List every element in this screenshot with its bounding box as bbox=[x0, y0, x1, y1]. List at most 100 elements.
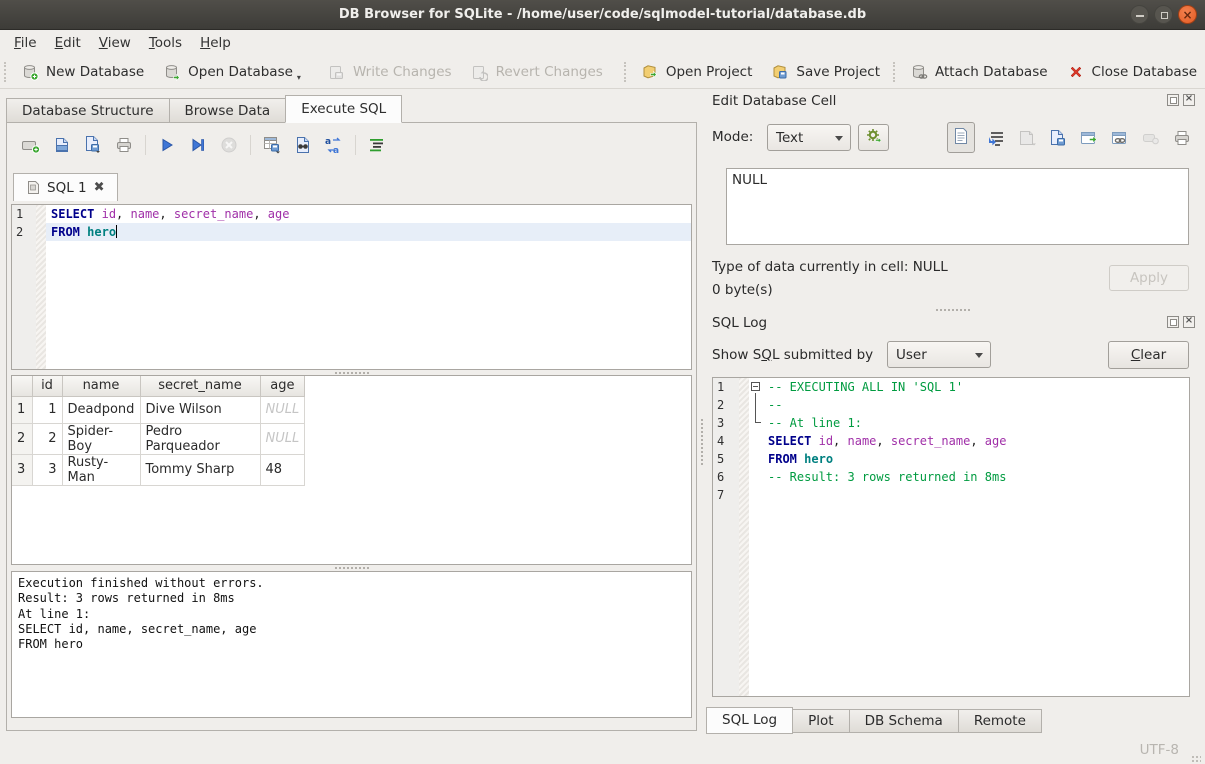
find-icon[interactable] bbox=[293, 135, 313, 155]
new-database-button[interactable]: New Database bbox=[11, 58, 153, 86]
column-header-secret_name[interactable]: secret_name bbox=[140, 376, 260, 396]
open-sql-file-icon[interactable] bbox=[52, 135, 72, 155]
toolbar-drag-handle[interactable] bbox=[893, 62, 895, 82]
link-icon[interactable] bbox=[1110, 128, 1130, 148]
cell-size-info: 0 byte(s) bbox=[712, 282, 773, 298]
main-toolbar: New Database Open Database▾ Write Change… bbox=[0, 56, 1205, 89]
resize-grip-icon[interactable] bbox=[1191, 755, 1201, 764]
cell-id[interactable]: 3 bbox=[32, 454, 62, 485]
table-row[interactable]: 33Rusty-ManTommy Sharp48 bbox=[12, 454, 305, 485]
execute-sql-panel: aa SQL 1 ✖ 1SELECT id, name, secret_name… bbox=[6, 122, 697, 731]
log-filter-select[interactable]: User bbox=[887, 341, 991, 368]
tab-execute-sql[interactable]: Execute SQL bbox=[285, 95, 402, 123]
results-grid[interactable]: idnamesecret_nameage11DeadpondDive Wilso… bbox=[11, 375, 692, 565]
menu-help[interactable]: Help bbox=[191, 32, 240, 54]
open-sql-tab-icon[interactable] bbox=[21, 135, 41, 155]
cell-value: NULL bbox=[732, 172, 767, 188]
open-in-external-icon[interactable] bbox=[1079, 128, 1099, 148]
save-project-button[interactable]: Save Project bbox=[761, 58, 889, 86]
cell-age[interactable]: NULL bbox=[260, 423, 305, 454]
sql-editor-toolbar: aa bbox=[7, 123, 387, 167]
grid-corner[interactable] bbox=[12, 376, 32, 396]
sql-log-viewer[interactable]: 1-- EXECUTING ALL IN 'SQL 1'2--3-- At li… bbox=[712, 377, 1190, 697]
clear-log-button[interactable]: Clear bbox=[1108, 341, 1189, 369]
splitter-cell-log[interactable] bbox=[706, 307, 1199, 312]
cell-name[interactable]: Deadpond bbox=[62, 396, 140, 423]
mode-select[interactable]: Text bbox=[767, 124, 851, 151]
replace-icon[interactable]: aa bbox=[324, 135, 344, 155]
cell-name[interactable]: Spider-Boy bbox=[62, 423, 140, 454]
splitter-results-message[interactable] bbox=[7, 566, 696, 571]
tab-database-structure[interactable]: Database Structure bbox=[6, 98, 170, 123]
float-dock-icon[interactable] bbox=[1167, 316, 1179, 328]
export-results-icon[interactable] bbox=[262, 135, 282, 155]
encoding-status: UTF-8 bbox=[1140, 742, 1179, 758]
toolbar-drag-handle[interactable] bbox=[624, 62, 626, 82]
print-sql-icon[interactable] bbox=[114, 135, 134, 155]
cell-secret_name[interactable]: Tommy Sharp bbox=[140, 454, 260, 485]
cell-value-editor[interactable]: NULL bbox=[726, 168, 1189, 245]
edit-cell-dock-controls bbox=[1167, 94, 1195, 106]
title-bar: DB Browser for SQLite - /home/user/code/… bbox=[0, 0, 1205, 30]
cell-name[interactable]: Rusty-Man bbox=[62, 454, 140, 485]
word-wrap-icon[interactable] bbox=[986, 128, 1006, 148]
table-row[interactable]: 11DeadpondDive WilsonNULL bbox=[12, 396, 305, 423]
execute-current-line-icon[interactable] bbox=[188, 135, 208, 155]
sql-log-dock-controls bbox=[1167, 316, 1195, 328]
tab-browse-data[interactable]: Browse Data bbox=[169, 98, 287, 123]
column-header-id[interactable]: id bbox=[32, 376, 62, 396]
attach-database-button[interactable]: Attach Database bbox=[900, 58, 1057, 86]
close-sql-tab-icon[interactable]: ✖ bbox=[94, 180, 105, 195]
set-null-icon bbox=[1141, 128, 1161, 148]
close-database-button[interactable]: Close Database bbox=[1057, 58, 1205, 86]
cell-age[interactable]: NULL bbox=[260, 396, 305, 423]
menu-view[interactable]: View bbox=[90, 32, 140, 54]
open-database-dropdown-icon[interactable]: ▾ bbox=[297, 73, 301, 82]
sql-1-tab[interactable]: SQL 1 ✖ bbox=[13, 173, 118, 201]
execute-all-icon[interactable] bbox=[157, 135, 177, 155]
menu-edit[interactable]: Edit bbox=[46, 32, 90, 54]
open-database-button[interactable]: Open Database▾ bbox=[153, 58, 310, 86]
float-dock-icon[interactable] bbox=[1167, 94, 1179, 106]
cell-id[interactable]: 2 bbox=[32, 423, 62, 454]
maximize-icon[interactable] bbox=[1154, 5, 1173, 24]
format-sql-icon[interactable] bbox=[367, 135, 387, 155]
cell-secret_name[interactable]: Dive Wilson bbox=[140, 396, 260, 423]
tab-db-schema[interactable]: DB Schema bbox=[849, 709, 959, 733]
log-filter-label: Show SQL submitted by bbox=[712, 347, 873, 363]
tab-plot[interactable]: Plot bbox=[792, 709, 849, 733]
main-tab-bar: Database Structure Browse Data Execute S… bbox=[6, 95, 401, 123]
auto-switch-mode-button[interactable] bbox=[858, 124, 889, 151]
open-project-button[interactable]: Open Project bbox=[631, 58, 762, 86]
revert-changes-icon bbox=[470, 62, 490, 82]
minimize-icon[interactable] bbox=[1130, 5, 1149, 24]
menu-file[interactable]: File bbox=[5, 32, 46, 54]
toolbar-drag-handle[interactable] bbox=[4, 62, 6, 82]
menu-tools[interactable]: Tools bbox=[140, 32, 191, 54]
print-cell-icon[interactable] bbox=[1172, 128, 1192, 148]
save-sql-file-icon[interactable] bbox=[83, 135, 103, 155]
cell-age[interactable]: 48 bbox=[260, 454, 305, 485]
mode-label: Mode: bbox=[712, 129, 753, 145]
cell-id[interactable]: 1 bbox=[32, 396, 62, 423]
close-dock-icon[interactable] bbox=[1183, 94, 1195, 106]
close-icon[interactable]: × bbox=[1178, 5, 1197, 24]
text-document-icon bbox=[951, 126, 971, 146]
text-mode-button[interactable] bbox=[947, 122, 975, 153]
gear-icon bbox=[865, 127, 882, 148]
column-header-name[interactable]: name bbox=[62, 376, 140, 396]
sql-editor[interactable]: 1SELECT id, name, secret_name, age2FROM … bbox=[11, 204, 692, 370]
splitter-main-vertical[interactable] bbox=[699, 419, 705, 465]
tab-remote[interactable]: Remote bbox=[958, 709, 1042, 733]
export-cell-data-icon[interactable] bbox=[1048, 128, 1068, 148]
revert-changes-button: Revert Changes bbox=[461, 58, 612, 86]
cell-secret_name[interactable]: Pedro Parqueador bbox=[140, 423, 260, 454]
tab-sql-log[interactable]: SQL Log bbox=[706, 707, 793, 734]
sql-file-icon bbox=[26, 180, 40, 196]
column-header-age[interactable]: age bbox=[260, 376, 305, 396]
save-project-icon bbox=[770, 62, 790, 82]
sql-tab-label: SQL 1 bbox=[47, 180, 87, 196]
table-row[interactable]: 22Spider-BoyPedro ParqueadorNULL bbox=[12, 423, 305, 454]
cell-type-info: Type of data currently in cell: NULL bbox=[712, 259, 948, 275]
close-dock-icon[interactable] bbox=[1183, 316, 1195, 328]
